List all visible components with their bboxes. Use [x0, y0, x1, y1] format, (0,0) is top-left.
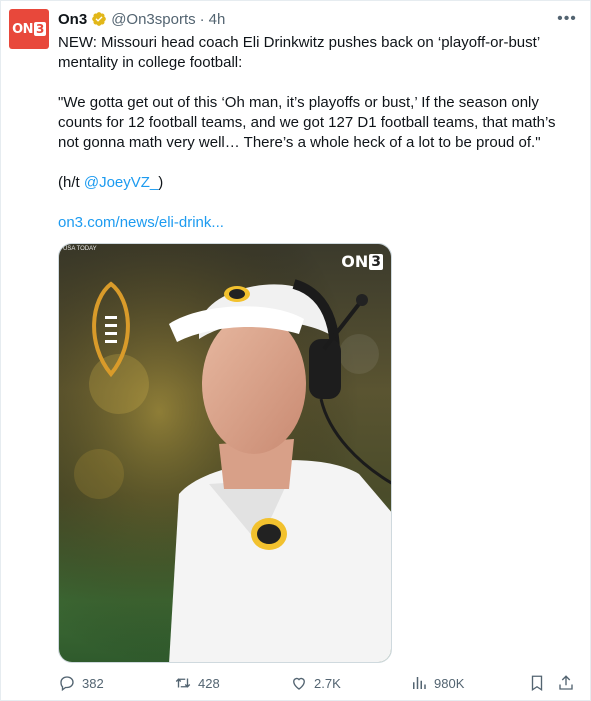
- brand-text: ON: [341, 252, 369, 271]
- views-button[interactable]: 980K: [410, 674, 464, 692]
- mention-link[interactable]: @JoeyVZ_: [84, 174, 158, 191]
- on3-avatar-logo: ON 3: [12, 22, 46, 37]
- separator-dot: ·: [199, 10, 205, 28]
- tweet-header: On3 @On3sports · 4h: [58, 9, 225, 29]
- reply-count: 382: [82, 675, 104, 691]
- tweet-text-quote: "We gotta get out of this ‘Oh man, it’s …: [58, 94, 556, 151]
- views-count: 980K: [434, 675, 465, 691]
- share-icon: [559, 675, 573, 690]
- bookmark-icon: [531, 675, 543, 692]
- avatar[interactable]: ON 3: [9, 9, 49, 49]
- bookmark-button[interactable]: [528, 674, 546, 692]
- avatar-text: ON: [12, 21, 34, 37]
- credit-prefix: (h/t: [58, 174, 84, 191]
- tweet-text-headline: NEW: Missouri head coach Eli Drinkwitz p…: [58, 34, 540, 71]
- coach-photo: [59, 244, 391, 662]
- handle[interactable]: @On3sports: [111, 11, 195, 28]
- brand-number: 3: [369, 253, 383, 270]
- tweet-media-image[interactable]: USA TODAY ON 3: [58, 243, 392, 663]
- article-link[interactable]: on3.com/news/eli-drink...: [58, 213, 578, 233]
- reply-button[interactable]: 382: [58, 674, 104, 692]
- more-options-icon[interactable]: •••: [556, 10, 578, 27]
- photo-source-tag: USA TODAY: [63, 246, 97, 252]
- verified-badge-icon: [91, 11, 107, 27]
- tweet-text-credit: (h/t @JoeyVZ_): [58, 173, 578, 193]
- reply-icon: [60, 676, 74, 692]
- share-button[interactable]: [557, 674, 575, 692]
- retweet-icon: [175, 678, 191, 688]
- retweet-count: 428: [198, 675, 220, 691]
- display-name[interactable]: On3: [58, 11, 87, 28]
- heart-icon: [293, 677, 305, 690]
- tweet-card[interactable]: ON 3 On3 @On3sports · 4h ••• NEW: Missour…: [0, 0, 591, 701]
- on3-watermark: ON 3: [341, 252, 383, 271]
- action-bar: 382 428 2.7K 980K: [58, 674, 578, 696]
- retweet-button[interactable]: 428: [174, 674, 220, 692]
- like-button[interactable]: 2.7K: [290, 674, 341, 692]
- like-count: 2.7K: [314, 675, 341, 691]
- timestamp[interactable]: 4h: [209, 11, 226, 28]
- views-chart-icon: [413, 677, 426, 689]
- avatar-number: 3: [34, 22, 46, 36]
- credit-suffix: ): [158, 174, 164, 191]
